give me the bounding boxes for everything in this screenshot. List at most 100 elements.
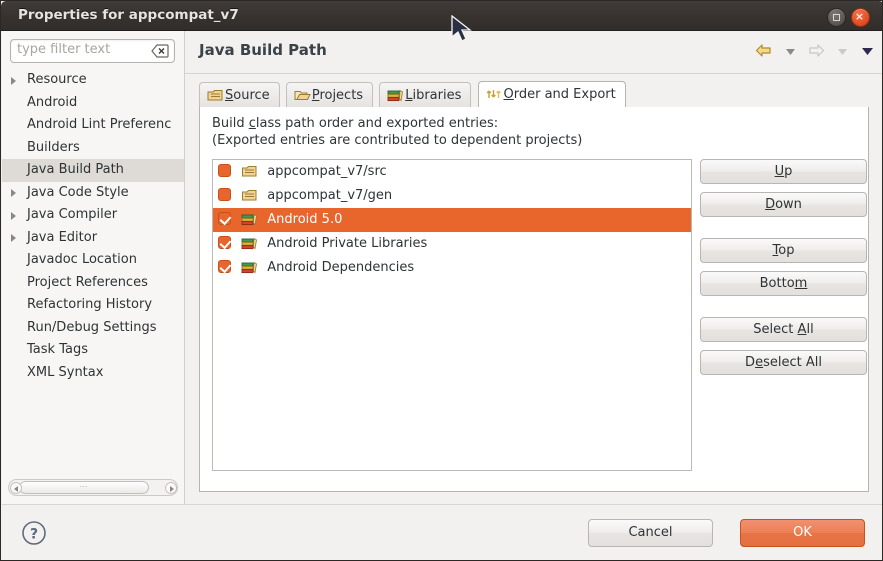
sidebar-item-label: Java Build Path xyxy=(27,162,124,177)
tab-projects[interactable]: Projects xyxy=(285,82,374,107)
sidebar-item-label: Refactoring History xyxy=(27,297,153,312)
sidebar-item-builders[interactable]: Builders xyxy=(2,137,184,160)
expand-arrow-icon[interactable] xyxy=(11,234,16,242)
export-checkbox[interactable] xyxy=(218,260,231,273)
forward-arrow-icon xyxy=(809,44,824,57)
back-arrow-icon[interactable] xyxy=(755,43,772,58)
sidebar-item-task-tags[interactable]: Task Tags xyxy=(2,339,184,362)
move-top-button[interactable]: Top xyxy=(700,238,867,263)
entry-label: appcompat_v7/gen xyxy=(267,188,393,203)
list-item[interactable]: Android 5.0 xyxy=(213,208,691,232)
forward-history-chevron-down-icon xyxy=(837,48,847,55)
description-line-2: (Exported entries are contributed to dep… xyxy=(212,133,583,148)
select-all-button[interactable]: Select All xyxy=(700,317,867,342)
sidebar-item-label: Resource xyxy=(27,72,87,87)
sidebar-item-resource[interactable]: Resource xyxy=(2,69,184,92)
cancel-button[interactable]: Cancel xyxy=(588,519,713,547)
sidebar-item-refactoring-history[interactable]: Refactoring History xyxy=(2,294,184,317)
move-down-button[interactable]: Down xyxy=(700,192,867,217)
sidebar-item-label: Java Code Style xyxy=(27,184,129,200)
books-icon xyxy=(241,259,259,274)
back-history-chevron-down-icon[interactable] xyxy=(784,44,797,58)
package-folder-icon xyxy=(241,163,259,177)
close-icon: × xyxy=(854,10,865,23)
settings-sidebar: type filter text Resource Android Androi… xyxy=(2,31,185,504)
classpath-entries-list[interactable]: appcompat_v7/src appcompat_v7/gen Androi… xyxy=(212,159,692,471)
entry-label: Android 5.0 xyxy=(267,212,343,227)
sidebar-item-java-build-path[interactable]: Java Build Path xyxy=(2,159,184,182)
close-button[interactable]: × xyxy=(851,8,870,27)
deselect-all-button[interactable]: Deselect All xyxy=(700,350,867,375)
list-item[interactable]: appcompat_v7/src xyxy=(213,160,691,184)
scroll-left-arrow-icon[interactable] xyxy=(9,481,22,494)
list-item[interactable]: Android Dependencies xyxy=(213,256,691,280)
tab-label: ibraries xyxy=(412,88,462,103)
sidebar-item-java-code-style[interactable]: Java Code Style xyxy=(2,182,184,205)
sidebar-item-label: Run/Debug Settings xyxy=(27,319,157,335)
sidebar-item-label: Android Lint Preferenc xyxy=(27,117,172,132)
order-and-export-panel: Build class path order and exported entr… xyxy=(199,107,869,492)
expand-arrow-icon[interactable] xyxy=(11,76,16,85)
sidebar-item-label: XML Syntax xyxy=(27,364,104,380)
open-folder-icon xyxy=(294,86,311,100)
sidebar-horizontal-scrollbar[interactable]: ⋯ xyxy=(8,479,178,496)
order-arrows-icon xyxy=(486,85,503,99)
menu-chevron-down-icon[interactable] xyxy=(860,44,875,58)
sidebar-item-run-debug-settings[interactable]: Run/Debug Settings xyxy=(2,317,184,340)
tab-order-and-export[interactable]: Order and Export xyxy=(477,81,626,107)
tab-label-mnemonic: O xyxy=(503,87,514,102)
tab-label: rder and Export xyxy=(513,87,616,102)
tab-source[interactable]: Source xyxy=(199,82,280,107)
title-bar[interactable]: Properties for appcompat_v7 × xyxy=(1,1,882,31)
entry-label: Android Dependencies xyxy=(267,260,415,275)
package-folder-icon xyxy=(241,187,259,201)
svg-text:?: ? xyxy=(30,527,38,543)
sidebar-item-label: Java Editor xyxy=(27,229,98,245)
books-icon xyxy=(241,211,259,226)
maximize-button[interactable] xyxy=(827,8,846,27)
sidebar-item-label: Builders xyxy=(27,139,80,155)
properties-dialog-window: Properties for appcompat_v7 × type filte… xyxy=(0,0,883,561)
export-checkbox[interactable] xyxy=(218,164,231,177)
navigation-toolbar xyxy=(748,43,875,65)
sidebar-item-java-editor[interactable]: Java Editor xyxy=(2,227,184,250)
dialog-footer: ? Cancel OK xyxy=(2,504,882,560)
expand-arrow-icon[interactable] xyxy=(11,189,16,197)
export-checkbox[interactable] xyxy=(218,236,231,249)
ok-button[interactable]: OK xyxy=(740,519,865,547)
sidebar-item-xml-syntax[interactable]: XML Syntax xyxy=(2,362,184,385)
sidebar-item-label: Java Compiler xyxy=(27,207,118,222)
sidebar-item-project-references[interactable]: Project References xyxy=(2,272,184,295)
tab-libraries[interactable]: Libraries xyxy=(379,82,472,107)
move-bottom-button[interactable]: Bottom xyxy=(700,271,867,296)
scroll-right-arrow-icon[interactable] xyxy=(164,481,177,494)
sidebar-item-label: Project References xyxy=(27,274,148,290)
sidebar-item-label: Android xyxy=(27,94,78,110)
help-icon[interactable]: ? xyxy=(21,520,47,546)
entry-label: appcompat_v7/src xyxy=(267,164,387,179)
books-icon xyxy=(387,86,404,102)
header-divider xyxy=(185,73,882,74)
export-checkbox[interactable] xyxy=(218,212,231,225)
main-content: Java Build Path Source Projects Librarie… xyxy=(185,31,882,504)
window-title: Properties for appcompat_v7 xyxy=(18,7,239,23)
list-item[interactable]: appcompat_v7/gen xyxy=(213,184,691,208)
sidebar-item-label: Javadoc Location xyxy=(27,252,137,267)
sidebar-item-java-compiler[interactable]: Java Compiler xyxy=(2,204,184,227)
sidebar-item-android-lint-preferences[interactable]: Android Lint Preferenc xyxy=(2,114,184,137)
package-folder-icon xyxy=(207,86,224,101)
scrollbar-thumb[interactable]: ⋯ xyxy=(19,480,149,494)
clear-icon[interactable] xyxy=(151,44,169,58)
export-checkbox[interactable] xyxy=(218,188,231,201)
move-up-button[interactable]: Up xyxy=(700,159,867,184)
search-placeholder: type filter text xyxy=(17,42,111,57)
scrollbar-grip-icon: ⋯ xyxy=(79,482,89,491)
expand-arrow-icon[interactable] xyxy=(11,211,16,220)
list-item[interactable]: Android Private Libraries xyxy=(213,232,691,256)
sidebar-item-javadoc-location[interactable]: Javadoc Location xyxy=(2,249,184,272)
sidebar-item-android[interactable]: Android xyxy=(2,92,184,115)
filter-field-wrap: type filter text xyxy=(10,39,175,63)
sidebar-item-label: Task Tags xyxy=(27,342,88,357)
panel-description: Build class path order and exported entr… xyxy=(212,115,582,149)
entry-label: Android Private Libraries xyxy=(267,236,428,251)
